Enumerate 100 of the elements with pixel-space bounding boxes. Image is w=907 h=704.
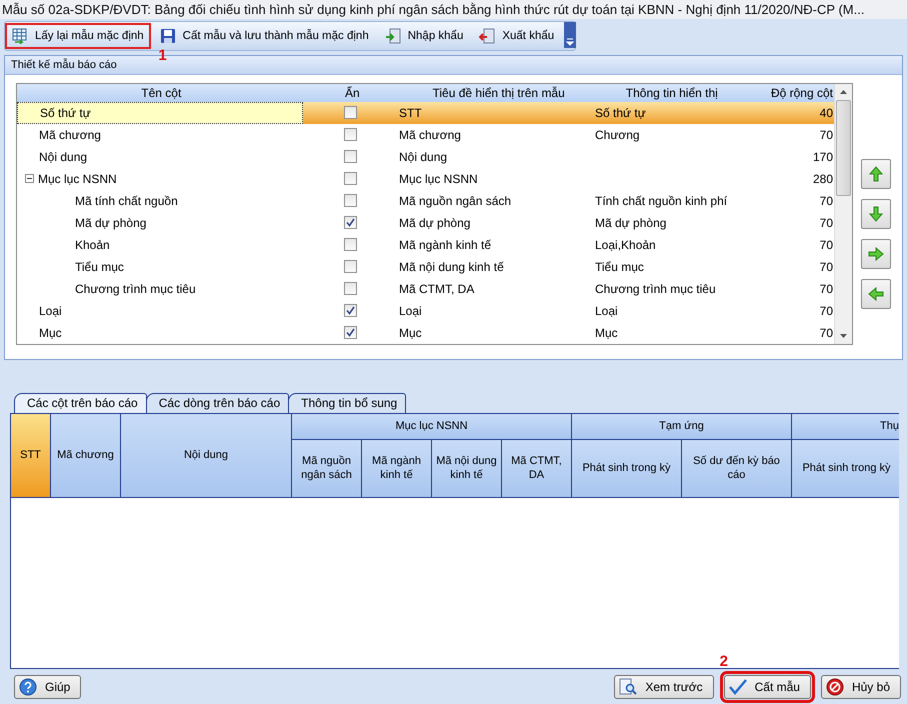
grid-icon bbox=[12, 28, 28, 44]
move-up-button[interactable] bbox=[861, 158, 891, 189]
table-cell-text: Mục lục NSNN bbox=[398, 172, 479, 186]
column-header[interactable]: Độ rộng cột bbox=[747, 86, 834, 100]
table-cell-text: 70 bbox=[818, 128, 834, 142]
move-down-button[interactable] bbox=[861, 198, 891, 229]
column-header[interactable]: Mã CTMT, DA bbox=[502, 440, 572, 498]
table-cell-text: Mã nguồn ngân sách bbox=[398, 194, 512, 208]
table-cell-text: 70 bbox=[818, 260, 834, 274]
window-title: Mẫu số 02a-SDKP/ĐVDT: Bảng đối chiếu tình hình sử dụng kinh phí ngân sách bằng hình thức rút dự toán tại KBNN - Nghị định 11/2020/NĐ-CP (M... bbox=[2, 2, 864, 18]
scrollbar-thumb[interactable] bbox=[836, 100, 851, 196]
outdent-button[interactable] bbox=[861, 278, 891, 309]
step-number: 2 bbox=[720, 652, 728, 670]
table-cell-text: 70 bbox=[818, 238, 834, 252]
column-header[interactable]: Thụ bbox=[792, 414, 899, 440]
table-cell-text: 70 bbox=[818, 194, 834, 208]
column-header[interactable]: Mã nguồn ngân sách bbox=[292, 440, 362, 498]
table-cell[interactable]: Khoản bbox=[17, 234, 303, 256]
table-cell-text: Mã nội dung kinh tế bbox=[398, 260, 505, 274]
table-cell-text: 70 bbox=[818, 304, 834, 318]
collapse-icon[interactable] bbox=[25, 174, 34, 184]
table-cell: Chương trình mục tiêu bbox=[595, 282, 716, 296]
table-cell-text: STT bbox=[398, 106, 423, 120]
footer-button[interactable]: Giúp bbox=[14, 674, 82, 699]
left-arrow-icon bbox=[868, 286, 884, 302]
up-arrow-icon bbox=[868, 166, 884, 182]
table-cell[interactable]: Loại bbox=[17, 300, 303, 322]
column-header[interactable]: Phát sinh trong kỳ bbox=[572, 440, 682, 498]
down-arrow-icon bbox=[868, 206, 884, 222]
toolbar-button[interactable]: Nhập khẩu bbox=[378, 23, 470, 50]
table-cell[interactable]: Chương trình mục tiêu bbox=[17, 278, 303, 300]
overflow-icon[interactable] bbox=[564, 22, 576, 48]
checkbox[interactable] bbox=[344, 106, 356, 120]
column-header[interactable]: STT bbox=[11, 414, 51, 498]
import-icon bbox=[384, 28, 401, 44]
table-cell-text: Mã ngành kinh tế bbox=[398, 238, 492, 252]
scrollbar[interactable] bbox=[834, 84, 852, 344]
table-cell[interactable]: Mã chương bbox=[17, 124, 303, 146]
column-header[interactable]: Tên cột bbox=[17, 84, 306, 102]
tab[interactable]: Các cột trên báo cáo bbox=[14, 392, 147, 413]
table-cell-text: 40 bbox=[818, 106, 834, 120]
toolbar-button[interactable]: Lấy lại mẫu mặc định bbox=[5, 23, 151, 50]
table-cell-text: Mã CTMT, DA bbox=[398, 282, 476, 296]
column-header[interactable]: Thông tin hiển thị bbox=[596, 86, 748, 100]
column-header[interactable]: Tạm ứng bbox=[572, 414, 792, 440]
column-header[interactable]: Mã ngành kinh tế bbox=[362, 440, 432, 498]
panel-title: Thiết kế mẫu báo cáo bbox=[11, 58, 117, 71]
help-icon bbox=[19, 678, 37, 696]
checkbox[interactable] bbox=[344, 150, 356, 164]
column-header[interactable]: Nội dung bbox=[121, 414, 292, 498]
table-cell-text: Mã dự phòng bbox=[398, 216, 472, 230]
toolbar-button[interactable]: Cất mẫu và lưu thành mẫu mặc định bbox=[152, 23, 376, 50]
table-cell-text: 280 bbox=[812, 172, 834, 186]
preview-icon bbox=[619, 678, 638, 696]
footer-button[interactable]: Hủy bỏ bbox=[820, 674, 901, 699]
table-cell-text: Loại bbox=[398, 304, 423, 318]
checkbox[interactable] bbox=[344, 128, 356, 142]
column-header[interactable]: Tiêu đề hiển thị trên mẫu bbox=[399, 86, 596, 100]
checkbox[interactable] bbox=[344, 304, 356, 318]
column-header[interactable]: Ẩn bbox=[306, 86, 400, 100]
column-header[interactable]: Mã nội dung kinh tế bbox=[432, 440, 502, 498]
table-cell-text: 70 bbox=[818, 216, 834, 230]
checkbox[interactable] bbox=[344, 194, 356, 208]
column-header[interactable]: Mã chương bbox=[51, 414, 121, 498]
checkbox[interactable] bbox=[344, 282, 356, 296]
table-cell: Loại,Khoản bbox=[595, 238, 656, 252]
table-cell: Mục bbox=[595, 326, 618, 340]
table-cell-text: 170 bbox=[812, 150, 834, 164]
table-cell[interactable]: Mục lục NSNN bbox=[17, 168, 303, 190]
checkbox[interactable] bbox=[344, 326, 356, 340]
table-cell-text: 70 bbox=[818, 282, 834, 296]
column-header[interactable]: Số dư đến kỳ báo cáo bbox=[682, 440, 792, 498]
scroll-up-icon[interactable] bbox=[840, 90, 847, 94]
checkbox[interactable] bbox=[344, 238, 356, 252]
table-cell[interactable]: Nội dung bbox=[17, 146, 303, 168]
checkbox[interactable] bbox=[344, 260, 356, 274]
table-cell[interactable]: Số thứ tự bbox=[17, 102, 303, 124]
footer-button[interactable]: Xem trước bbox=[614, 674, 714, 699]
table-cell[interactable]: Mục bbox=[17, 322, 303, 344]
table-cell-text: Mã chương bbox=[398, 128, 462, 142]
table-cell[interactable]: Mã dự phòng bbox=[17, 212, 303, 234]
save-icon bbox=[160, 28, 176, 44]
cancel-icon bbox=[826, 678, 844, 696]
table-cell[interactable]: Mã tính chất nguồn bbox=[17, 190, 303, 212]
table-cell: Chương bbox=[595, 128, 640, 142]
table-cell: Loại bbox=[595, 304, 618, 318]
table-cell: Số thứ tự bbox=[595, 106, 646, 120]
indent-button[interactable] bbox=[861, 238, 891, 269]
checkbox[interactable] bbox=[344, 216, 356, 230]
column-header[interactable]: Mục lục NSNN bbox=[292, 414, 572, 440]
column-header[interactable]: Phát sinh trong kỳ bbox=[792, 440, 899, 498]
toolbar-button[interactable]: Xuất khẩu bbox=[472, 23, 562, 50]
table-cell: Mã dự phòng bbox=[595, 216, 666, 230]
scroll-down-icon[interactable] bbox=[840, 334, 847, 338]
tab[interactable]: Thông tin bổ sung bbox=[288, 392, 406, 413]
checkbox[interactable] bbox=[344, 172, 356, 186]
table-cell[interactable]: Tiểu mục bbox=[17, 256, 303, 278]
step-number: 1 bbox=[158, 47, 167, 64]
right-arrow-icon bbox=[868, 246, 884, 262]
export-icon bbox=[479, 28, 496, 44]
